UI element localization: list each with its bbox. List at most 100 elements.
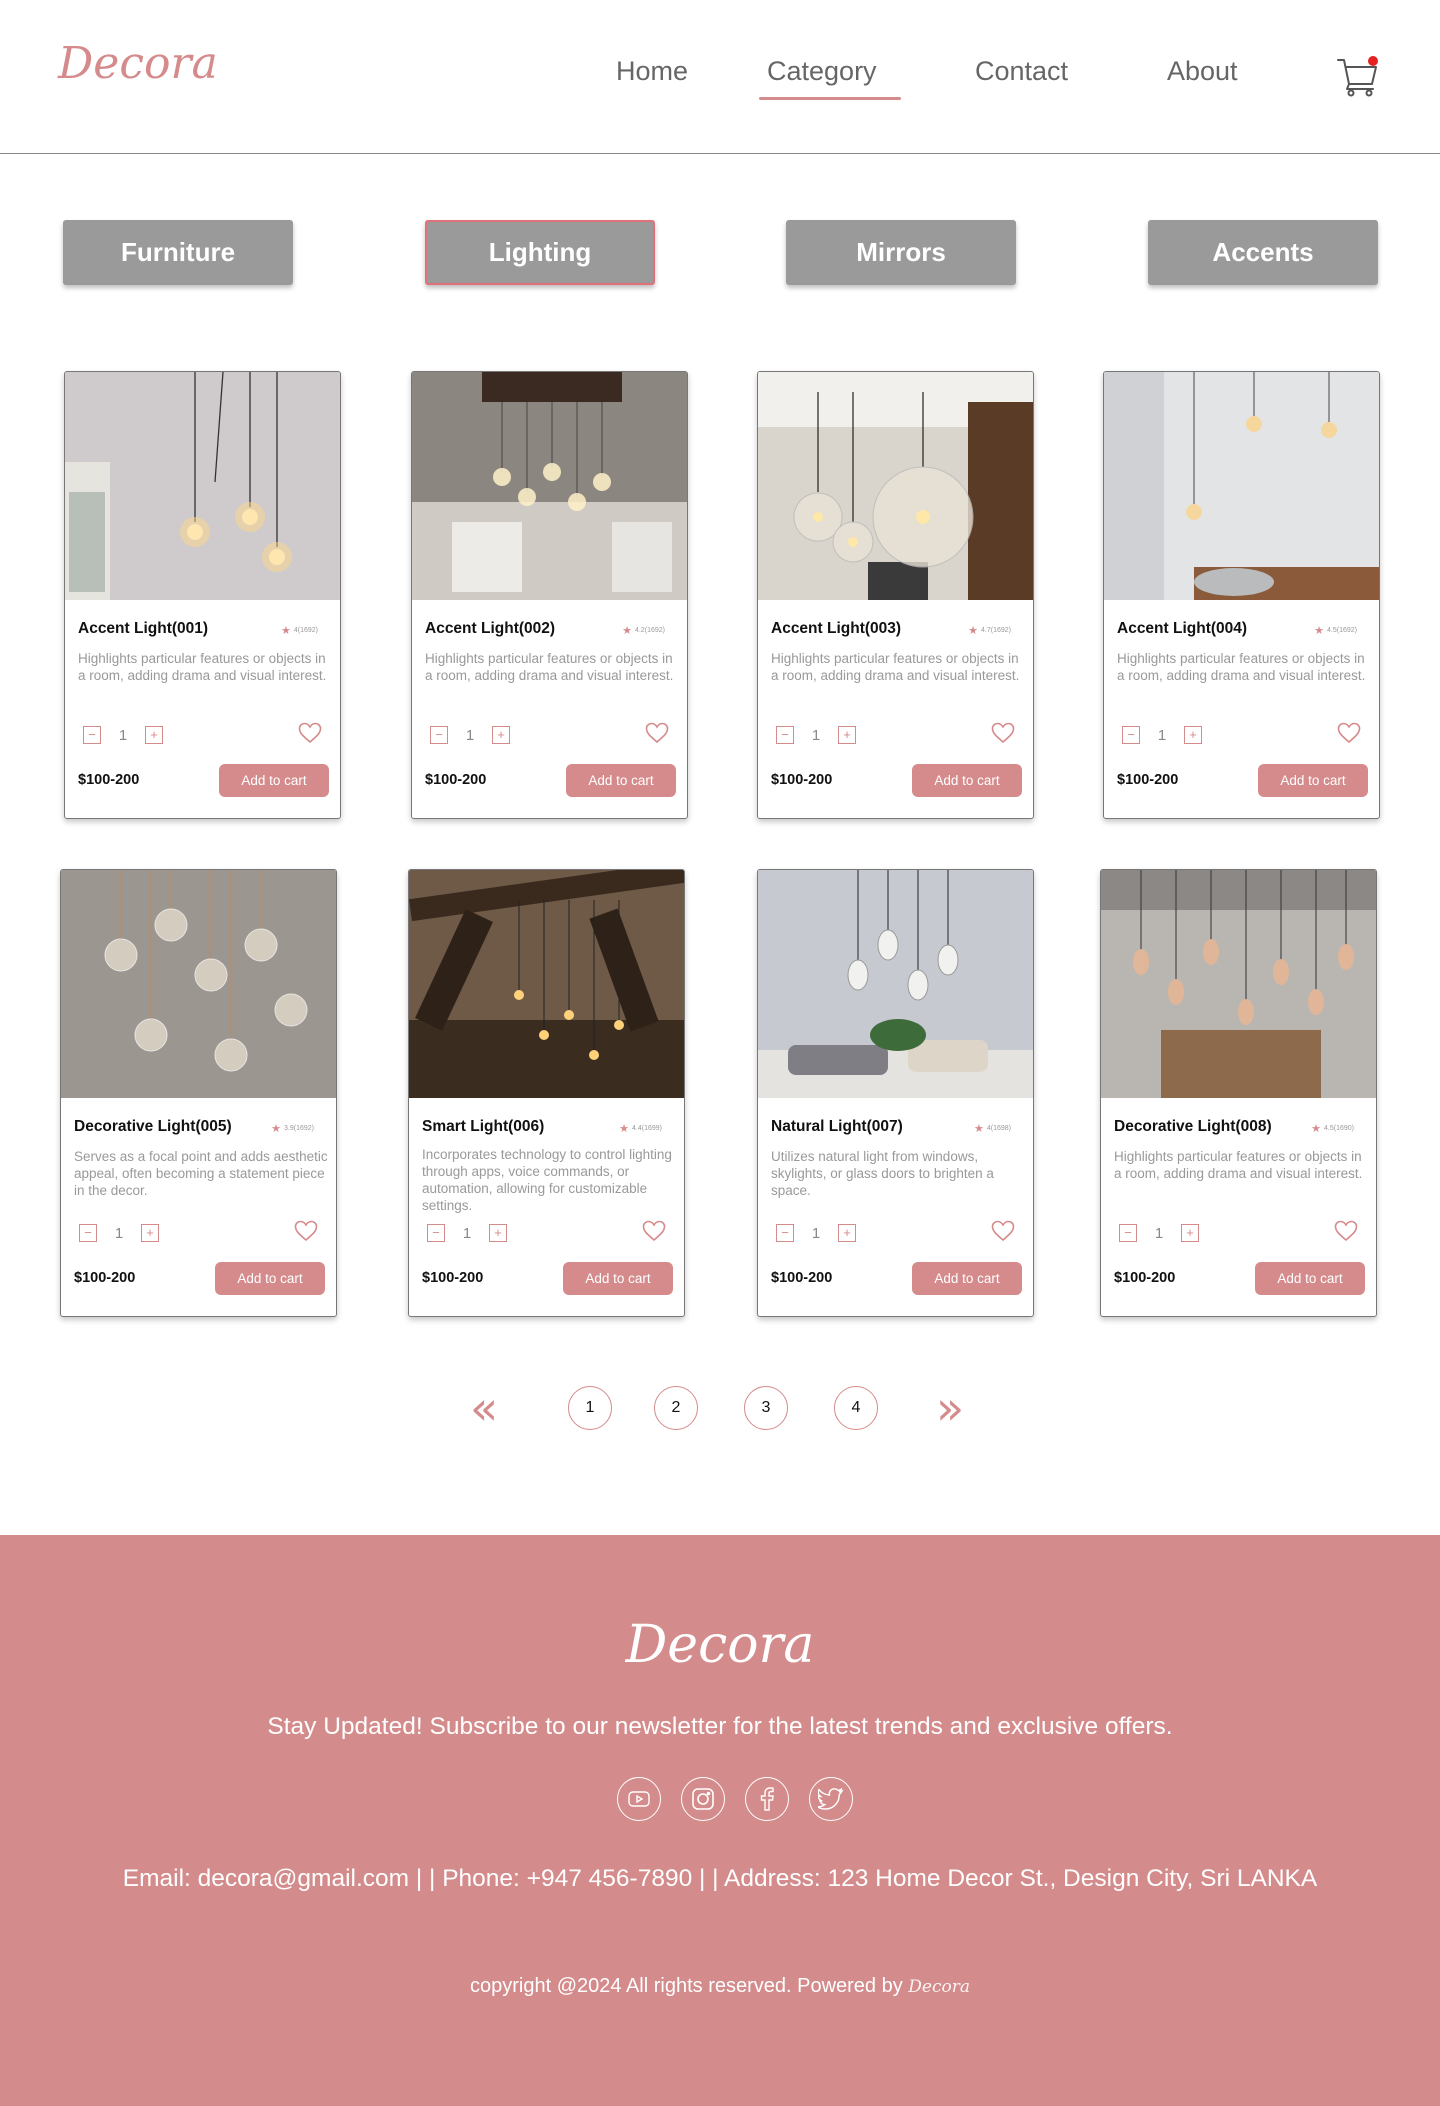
product-name: Smart Light(006)	[422, 1118, 545, 1135]
increase-button[interactable]: +	[1181, 1224, 1199, 1242]
product-price: $100-200	[74, 1270, 136, 1286]
cart-notification-dot	[1368, 56, 1378, 66]
nav-category[interactable]: Category	[767, 56, 877, 87]
add-to-cart-button[interactable]: Add to cart	[219, 764, 329, 797]
add-to-cart-button[interactable]: Add to cart	[912, 1262, 1022, 1295]
product-name: Decorative Light(008)	[1114, 1118, 1272, 1135]
decrease-button[interactable]: −	[776, 1224, 794, 1242]
add-to-cart-button[interactable]: Add to cart	[1258, 764, 1368, 797]
twitter-icon[interactable]	[809, 1777, 853, 1821]
product-name: Natural Light(007)	[771, 1118, 903, 1135]
product-description: Incorporates technology to control light…	[422, 1147, 672, 1213]
nav-contact[interactable]: Contact	[975, 56, 1068, 87]
page-button-2[interactable]: 2	[654, 1386, 698, 1430]
product-image[interactable]	[61, 870, 336, 1098]
product-price: $100-200	[771, 772, 833, 788]
footer-logo[interactable]: Decora	[0, 1615, 1440, 1675]
product-price: $100-200	[422, 1270, 484, 1286]
heart-icon[interactable]	[991, 1220, 1015, 1242]
decrease-button[interactable]: −	[79, 1224, 97, 1242]
increase-button[interactable]: +	[492, 726, 510, 744]
decrease-button[interactable]: −	[1119, 1224, 1137, 1242]
product-name: Accent Light(004)	[1117, 620, 1248, 637]
product-description: Highlights particular features or object…	[1117, 651, 1366, 683]
decrease-button[interactable]: −	[430, 726, 448, 744]
heart-icon[interactable]	[642, 1220, 666, 1242]
product-name: Accent Light(001)	[78, 620, 209, 637]
star-icon: ★	[1311, 1123, 1322, 1135]
product-rating: ★ 4(1692)	[280, 625, 318, 637]
powered-by-logo: Decora	[908, 1977, 971, 1997]
quantity-stepper: − 1 +	[776, 726, 856, 744]
product-card: Accent Light(001) ★ 4(1692) Highlights pa…	[64, 371, 341, 819]
star-icon: ★	[271, 1123, 282, 1135]
nav-active-underline	[759, 97, 901, 100]
page-button-3[interactable]: 3	[744, 1386, 788, 1430]
product-price: $100-200	[1117, 772, 1179, 788]
heart-icon[interactable]	[1334, 1220, 1358, 1242]
heart-icon[interactable]	[645, 722, 669, 744]
product-image[interactable]	[1101, 870, 1376, 1098]
pagination-prev-icon[interactable]: «	[470, 1385, 498, 1431]
heart-icon[interactable]	[294, 1220, 318, 1242]
increase-button[interactable]: +	[141, 1224, 159, 1242]
product-rating: ★ 4.5(1690)	[1311, 1123, 1354, 1135]
product-image[interactable]	[758, 372, 1033, 600]
add-to-cart-button[interactable]: Add to cart	[566, 764, 676, 797]
nav-about[interactable]: About	[1167, 56, 1238, 87]
quantity-value: 1	[1157, 726, 1167, 744]
product-image[interactable]	[65, 372, 340, 600]
heart-icon[interactable]	[298, 722, 322, 744]
product-description: Highlights particular features or object…	[1114, 1149, 1363, 1181]
decrease-button[interactable]: −	[83, 726, 101, 744]
increase-button[interactable]: +	[1184, 726, 1202, 744]
quantity-value: 1	[465, 726, 475, 744]
product-price: $100-200	[771, 1270, 833, 1286]
product-image[interactable]	[758, 870, 1033, 1098]
site-footer: Decora Stay Updated! Subscribe to our ne…	[0, 1535, 1440, 2106]
product-card: Accent Light(004) ★ 4.5(1692) Highlights …	[1103, 371, 1380, 819]
heart-icon[interactable]	[1337, 722, 1361, 744]
product-name: Accent Light(002)	[425, 620, 556, 637]
pagination-next-icon[interactable]: »	[936, 1385, 964, 1431]
increase-button[interactable]: +	[145, 726, 163, 744]
heart-icon[interactable]	[991, 722, 1015, 744]
add-to-cart-button[interactable]: Add to cart	[1255, 1262, 1365, 1295]
increase-button[interactable]: +	[838, 1224, 856, 1242]
quantity-stepper: − 1 +	[430, 726, 510, 744]
quantity-stepper: − 1 +	[79, 1224, 159, 1242]
quantity-stepper: − 1 +	[427, 1224, 507, 1242]
decrease-button[interactable]: −	[1122, 726, 1140, 744]
tab-mirrors[interactable]: Mirrors	[786, 220, 1016, 285]
product-description: Utilizes natural light from windows, sky…	[771, 1149, 994, 1198]
page-button-4[interactable]: 4	[834, 1386, 878, 1430]
youtube-icon[interactable]	[617, 1777, 661, 1821]
instagram-icon[interactable]	[681, 1777, 725, 1821]
contact-info: Email: decora@gmail.com | | Phone: +947 …	[122, 1865, 1318, 1892]
product-image[interactable]	[409, 870, 684, 1098]
tab-lighting[interactable]: Lighting	[425, 220, 655, 285]
page-button-1[interactable]: 1	[568, 1386, 612, 1430]
decrease-button[interactable]: −	[427, 1224, 445, 1242]
tab-furniture[interactable]: Furniture	[63, 220, 293, 285]
add-to-cart-button[interactable]: Add to cart	[215, 1262, 325, 1295]
decrease-button[interactable]: −	[776, 726, 794, 744]
product-rating: ★ 4.4(1699)	[619, 1123, 662, 1135]
product-card: Smart Light(006) ★ 4.4(1699) Incorporates…	[408, 869, 685, 1317]
quantity-value: 1	[811, 1224, 821, 1242]
product-image[interactable]	[1104, 372, 1379, 600]
product-card: Natural Light(007) ★ 4(1698) Utilizes nat…	[757, 869, 1034, 1317]
star-icon: ★	[619, 1123, 630, 1135]
product-image[interactable]	[412, 372, 687, 600]
add-to-cart-button[interactable]: Add to cart	[563, 1262, 673, 1295]
product-rating: ★ 4(1698)	[973, 1123, 1011, 1135]
quantity-stepper: − 1 +	[776, 1224, 856, 1242]
increase-button[interactable]: +	[838, 726, 856, 744]
star-icon: ★	[622, 625, 633, 637]
site-header: Decora Home Category Contact About	[0, 0, 1440, 154]
nav-home[interactable]: Home	[616, 56, 688, 87]
increase-button[interactable]: +	[489, 1224, 507, 1242]
tab-accents[interactable]: Accents	[1148, 220, 1378, 285]
facebook-icon[interactable]	[745, 1777, 789, 1821]
add-to-cart-button[interactable]: Add to cart	[912, 764, 1022, 797]
